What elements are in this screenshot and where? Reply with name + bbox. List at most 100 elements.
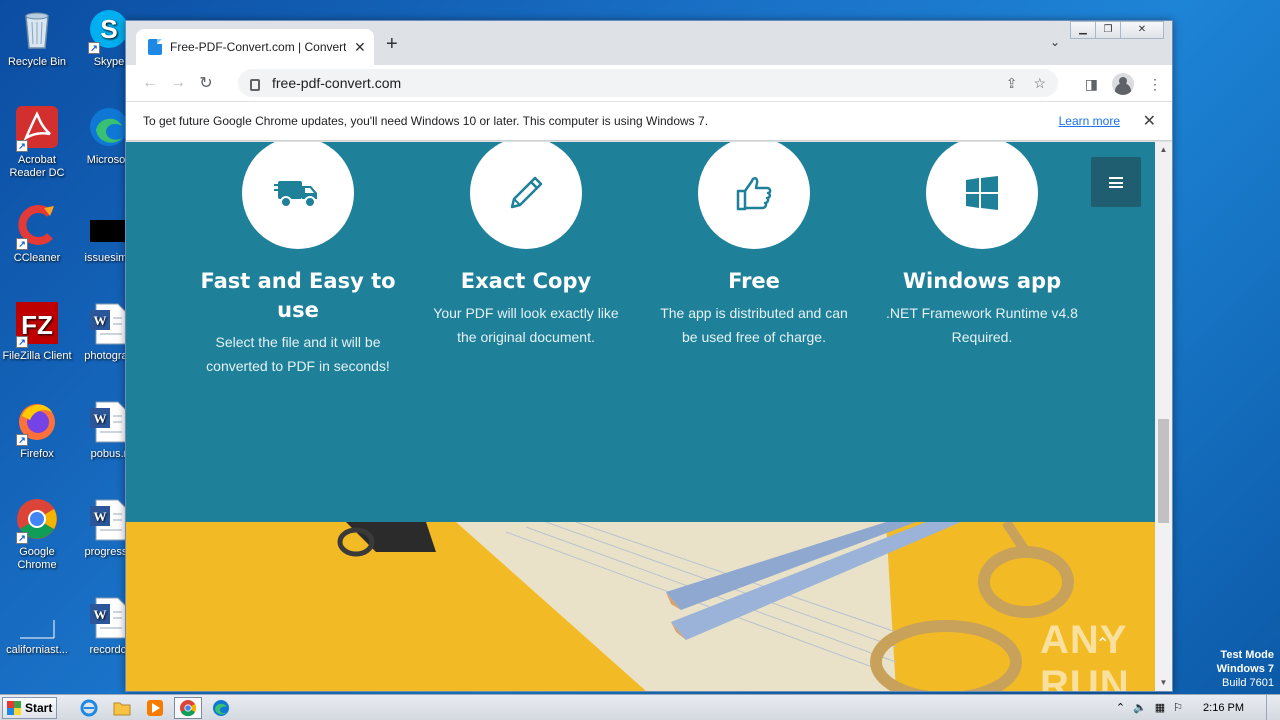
windows-icon bbox=[966, 176, 998, 210]
desktop-icon-ccleaner[interactable]: ↗ CCleaner bbox=[0, 202, 74, 265]
share-icon[interactable]: ⇪ bbox=[1006, 75, 1018, 92]
address-bar[interactable]: free-pdf-convert.com ⇪ ☆ bbox=[238, 69, 1058, 97]
media-player-icon bbox=[147, 699, 164, 716]
restore-icon[interactable]: ❐ bbox=[1095, 21, 1121, 39]
feature-title: Fast and Easy to use bbox=[200, 269, 396, 322]
close-window-icon[interactable]: ✕ bbox=[1120, 21, 1164, 39]
desktop-icon-filezilla[interactable]: FZ ↗ FileZilla Client bbox=[0, 300, 74, 363]
desktop-icon-label: Firefox bbox=[20, 448, 54, 460]
taskbar-media-player[interactable] bbox=[141, 697, 169, 719]
feature-circle bbox=[470, 142, 582, 249]
taskbar-edge[interactable] bbox=[207, 697, 235, 719]
feature-description: The app is distributed and can be used f… bbox=[660, 305, 848, 345]
chrome-icon: ↗ bbox=[14, 496, 60, 544]
volume-icon[interactable]: 🔈 bbox=[1133, 701, 1147, 714]
tab-close-icon[interactable]: ✕ bbox=[354, 39, 366, 56]
desktop-icon-chrome[interactable]: ↗ Google Chrome bbox=[0, 496, 74, 572]
svg-text:W: W bbox=[94, 313, 107, 328]
back-arrow-icon[interactable]: ← bbox=[136, 74, 164, 92]
truck-icon bbox=[274, 181, 317, 208]
start-label: Start bbox=[25, 700, 53, 715]
reload-icon[interactable]: ↻ bbox=[192, 73, 220, 93]
internet-explorer-icon bbox=[80, 699, 98, 716]
network-icon[interactable]: ▦ bbox=[1155, 701, 1165, 714]
desktop-icon-recycle-bin[interactable]: Recycle Bin bbox=[0, 6, 74, 69]
new-tab-plus-icon[interactable]: + bbox=[386, 33, 398, 56]
windows-flag-icon bbox=[7, 700, 21, 715]
scroll-up-arrow-icon[interactable]: ▲ bbox=[1155, 142, 1172, 158]
svg-text:S: S bbox=[100, 14, 117, 44]
file-icon bbox=[14, 594, 60, 640]
more-menu-icon[interactable]: ⋮ bbox=[1148, 76, 1162, 93]
infobar-close-icon[interactable]: ✕ bbox=[1143, 111, 1156, 131]
tab-search-chevron-icon[interactable]: ⌄ bbox=[1050, 35, 1060, 49]
desktop-icon-firefox[interactable]: ↗ Firefox bbox=[0, 398, 74, 461]
test-mode-line: Windows 7 bbox=[1216, 663, 1274, 675]
desktop-icon-californiast[interactable]: californiast... bbox=[0, 594, 74, 657]
show-hidden-icons-icon[interactable]: ⌃ bbox=[1116, 701, 1125, 714]
feature-title: Windows app bbox=[902, 269, 1062, 293]
system-tray: ⌃ 🔈 ▦ ⚐ 2:16 PM bbox=[1116, 701, 1266, 715]
scroll-down-arrow-icon[interactable]: ▼ bbox=[1155, 675, 1172, 691]
pencil-icon bbox=[510, 176, 543, 209]
feature-description: Your PDF will look exactly like the orig… bbox=[433, 305, 619, 345]
feature-circle bbox=[926, 142, 1038, 249]
edge-icon bbox=[213, 699, 230, 716]
taskbar-explorer[interactable] bbox=[108, 697, 136, 719]
acrobat-icon: ↗ bbox=[14, 104, 60, 152]
anyrun-watermark: ANY RUN bbox=[1040, 618, 1130, 691]
infobar-message: To get future Google Chrome updates, you… bbox=[143, 114, 709, 128]
feature-title: Free bbox=[728, 269, 780, 293]
feature-fast-easy: Fast and Easy to use Select the file and… bbox=[198, 142, 398, 378]
page-scrollbar[interactable]: ▲ ▼ bbox=[1155, 142, 1172, 691]
recycle-bin-icon bbox=[14, 6, 60, 52]
scrollbar-thumb[interactable] bbox=[1158, 419, 1169, 523]
learn-more-link[interactable]: Learn more bbox=[1059, 114, 1120, 128]
minimize-icon[interactable]: ▁ bbox=[1070, 21, 1096, 39]
feature-description: Select the file and it will be converted… bbox=[206, 334, 390, 374]
desktop-icon-label: Recycle Bin bbox=[7, 56, 67, 68]
side-panel-icon[interactable]: ◨ bbox=[1085, 76, 1098, 93]
taskbar-ie[interactable] bbox=[75, 697, 103, 719]
profile-avatar-icon[interactable] bbox=[1112, 73, 1134, 95]
tab-free-pdf-convert[interactable]: Free-PDF-Convert.com | Convert html ✕ bbox=[136, 29, 374, 65]
page-viewport: Fast and Easy to use Select the file and… bbox=[126, 142, 1156, 691]
desk-supplies-image bbox=[337, 522, 1074, 691]
pdf-favicon-icon bbox=[148, 39, 162, 55]
desktop-icon-label: CCleaner bbox=[13, 252, 61, 264]
ccleaner-icon: ↗ bbox=[14, 202, 60, 250]
bookmark-star-icon[interactable]: ☆ bbox=[1033, 75, 1046, 92]
browser-toolbar: ← → ↻ free-pdf-convert.com ⇪ ☆ ◨ ⋮ bbox=[126, 65, 1172, 101]
desktop-icon-label: californiast... bbox=[6, 644, 68, 656]
feature-exact-copy: Exact Copy Your PDF will look exactly li… bbox=[426, 142, 626, 349]
feature-circle bbox=[242, 142, 354, 249]
chrome-icon bbox=[180, 699, 197, 716]
desktop-icon-label: Acrobat Reader DC bbox=[9, 154, 65, 179]
desktop-icon-label: Google Chrome bbox=[17, 546, 57, 571]
scroll-to-top-chevron-icon[interactable]: ⌃ bbox=[1096, 634, 1109, 654]
forward-arrow-icon[interactable]: → bbox=[164, 74, 192, 92]
action-center-flag-icon[interactable]: ⚐ bbox=[1173, 701, 1183, 714]
thumbs-up-icon bbox=[736, 177, 772, 211]
show-desktop-button[interactable] bbox=[1266, 694, 1280, 720]
desktop-icon-acrobat[interactable]: ↗ Acrobat Reader DC bbox=[0, 104, 74, 180]
taskbar-chrome[interactable] bbox=[174, 696, 203, 719]
taskbar-clock[interactable]: 2:16 PM bbox=[1203, 702, 1244, 714]
update-infobar: To get future Google Chrome updates, you… bbox=[126, 101, 1172, 141]
hero-photo: ANY RUN ⌃ bbox=[126, 522, 1156, 691]
feature-title: Exact Copy bbox=[460, 269, 592, 293]
firefox-icon: ↗ bbox=[14, 398, 60, 446]
chrome-window: Free-PDF-Convert.com | Convert html ✕ + … bbox=[125, 20, 1173, 692]
lock-icon[interactable] bbox=[250, 79, 260, 91]
tab-strip: Free-PDF-Convert.com | Convert html ✕ + … bbox=[126, 21, 1172, 65]
window-controls: ▁ ❐ ✕ bbox=[1070, 21, 1164, 39]
svg-text:W: W bbox=[94, 607, 107, 622]
tab-title: Free-PDF-Convert.com | Convert html bbox=[170, 40, 346, 54]
address-url[interactable]: free-pdf-convert.com bbox=[272, 75, 401, 91]
feature-free: Free The app is distributed and can be u… bbox=[654, 142, 854, 349]
svg-text:W: W bbox=[94, 509, 107, 524]
start-button[interactable]: Start bbox=[2, 696, 58, 719]
svg-text:W: W bbox=[94, 411, 107, 426]
hamburger-menu-button[interactable] bbox=[1091, 157, 1141, 207]
filezilla-icon: FZ ↗ bbox=[14, 300, 60, 348]
